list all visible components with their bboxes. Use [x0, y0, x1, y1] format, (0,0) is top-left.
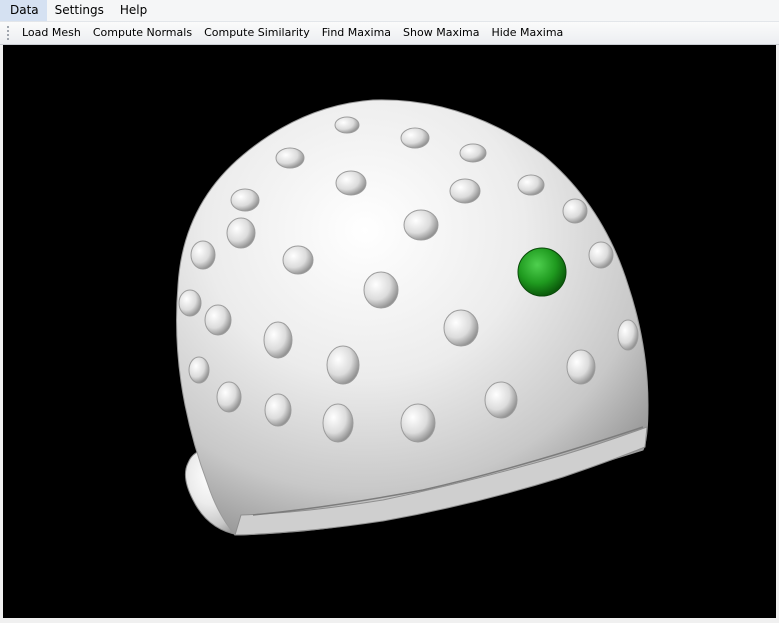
find-maxima-button[interactable]: Find Maxima — [316, 23, 397, 43]
menu-help[interactable]: Help — [112, 0, 155, 21]
toolbar: Load Mesh Compute Normals Compute Simila… — [0, 22, 779, 45]
toolbar-grip-icon[interactable] — [6, 25, 10, 41]
menu-data[interactable]: Data — [0, 0, 47, 21]
green-sphere-marker-icon[interactable] — [517, 247, 567, 297]
menu-bar: Data Settings Help — [0, 0, 779, 22]
3d-viewport[interactable] — [3, 45, 776, 618]
window-frame-bottom — [0, 618, 779, 623]
load-mesh-button[interactable]: Load Mesh — [16, 23, 87, 43]
app-window: Data Settings Help Load Mesh Compute Nor… — [0, 0, 779, 623]
compute-normals-button[interactable]: Compute Normals — [87, 23, 198, 43]
menu-settings[interactable]: Settings — [47, 0, 112, 21]
show-maxima-button[interactable]: Show Maxima — [397, 23, 485, 43]
viewport-canvas[interactable] — [3, 45, 776, 618]
compute-similarity-button[interactable]: Compute Similarity — [198, 23, 316, 43]
head-cap-mesh-icon[interactable] — [176, 99, 649, 536]
hide-maxima-button[interactable]: Hide Maxima — [485, 23, 569, 43]
